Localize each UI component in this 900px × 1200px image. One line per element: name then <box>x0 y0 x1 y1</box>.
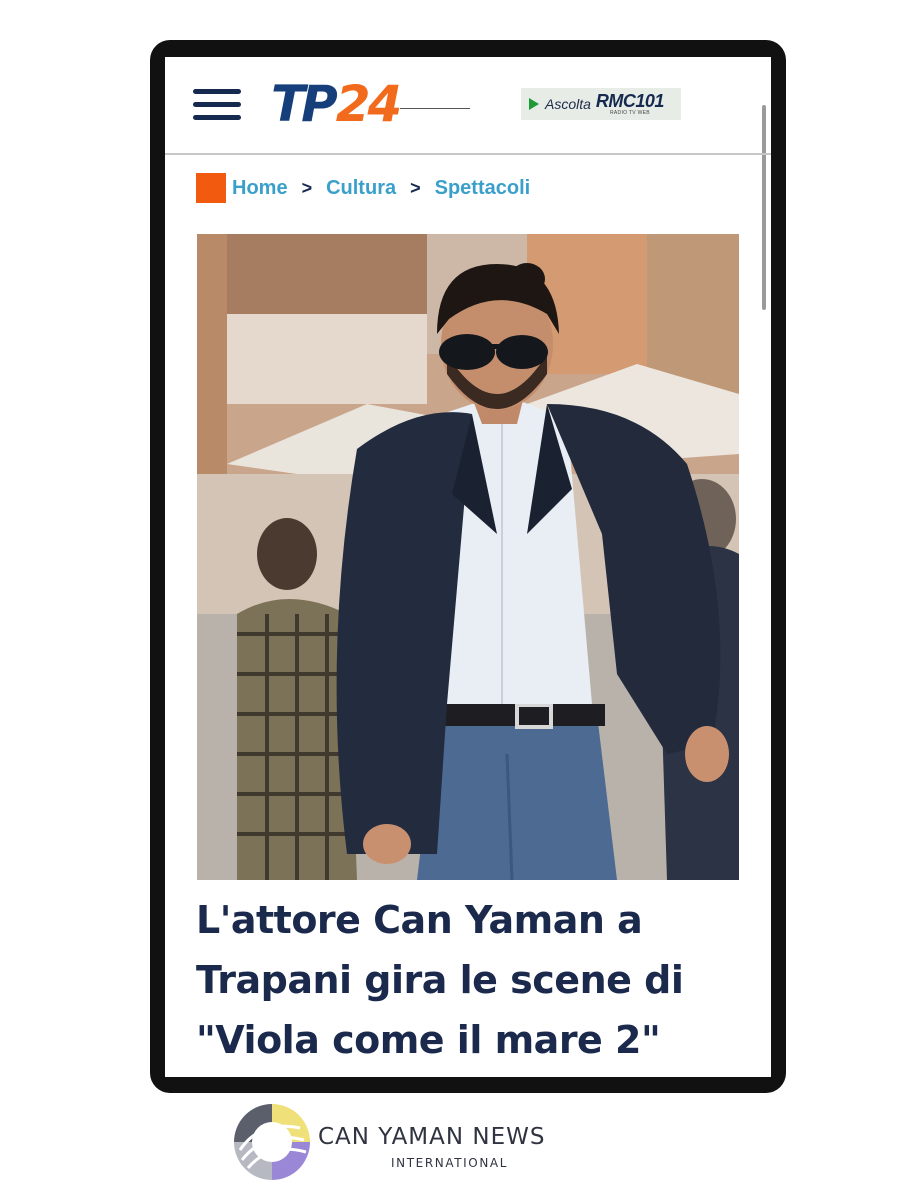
brand-name: CAN YAMAN NEWS <box>318 1124 546 1150</box>
breadcrumb-home[interactable]: Home <box>232 177 288 200</box>
tp24-logo[interactable]: TP 24 <box>271 75 403 139</box>
logo-text-24: 24 <box>335 75 403 133</box>
headline-line-3: "Viola come il mare 2" <box>196 1018 661 1062</box>
rmc101-logo-text: RMC101 <box>595 91 665 111</box>
article-hero-image[interactable] <box>197 234 739 880</box>
logo-text-tp: TP <box>271 75 338 133</box>
breadcrumb-spettacoli[interactable]: Spettacoli <box>435 177 531 200</box>
brand-subtitle: INTERNATIONAL <box>391 1156 509 1170</box>
rmc101-logo-sub: RADIO TV WEB <box>609 110 650 116</box>
rmc101-logo: RMC101 RADIO TV WEB <box>595 91 665 116</box>
listen-radio-button[interactable]: Ascolta RMC101 RADIO TV WEB <box>521 88 681 120</box>
article-headline[interactable]: L'attore Can Yaman a Trapani gira le sce… <box>196 890 741 1070</box>
phone-frame: TP 24 Ascolta RMC101 RADIO TV WEB Home >… <box>150 40 786 1093</box>
play-icon <box>529 98 539 110</box>
headline-line-2: Trapani gira le scene di <box>196 958 684 1002</box>
headline-line-1: L'attore Can Yaman a <box>196 898 643 942</box>
logo-divider <box>400 108 470 109</box>
breadcrumb-cultura[interactable]: Cultura <box>326 177 396 200</box>
breadcrumb: Home > Cultura > Spettacoli <box>196 173 530 203</box>
breadcrumb-separator: > <box>301 177 313 198</box>
hero-photo-illustration <box>197 234 739 880</box>
breadcrumb-square-icon <box>196 173 226 203</box>
site-header: TP 24 Ascolta RMC101 RADIO TV WEB <box>165 57 771 155</box>
hamburger-menu-icon[interactable] <box>193 87 243 121</box>
can-yaman-news-brand: CAN YAMAN NEWS INTERNATIONAL <box>230 1100 670 1184</box>
listen-label: Ascolta <box>545 96 591 112</box>
breadcrumb-separator: > <box>410 177 421 198</box>
can-yaman-news-logo-icon <box>232 1102 312 1182</box>
phone-screen: TP 24 Ascolta RMC101 RADIO TV WEB Home >… <box>165 57 771 1077</box>
